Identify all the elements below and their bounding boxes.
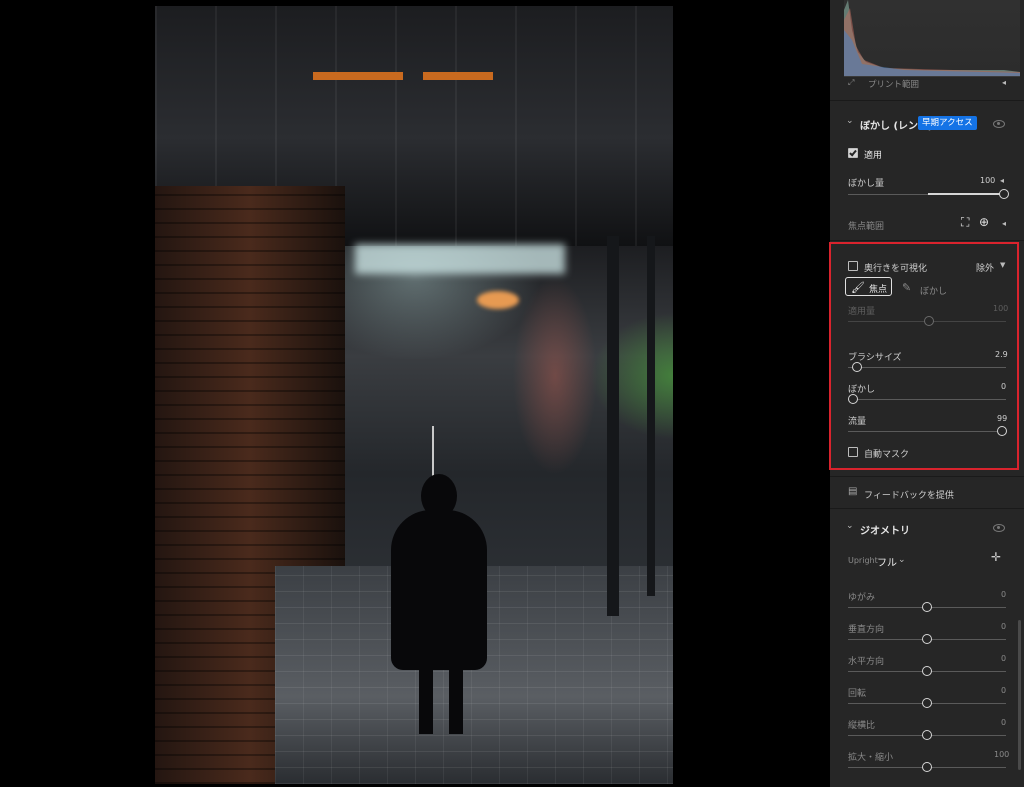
eye-icon[interactable] [993, 524, 1005, 532]
flow-value[interactable]: 99 [997, 414, 1007, 423]
feather-track[interactable] [848, 399, 1006, 400]
visualize-depth-label: 奥行きを可視化 [864, 264, 928, 274]
geometry-slider-label: 拡大・縮小 [848, 753, 894, 763]
chevron-left-icon[interactable]: ◂ [1002, 219, 1006, 228]
upright-dropdown[interactable]: フル [877, 554, 897, 569]
brush-icon[interactable]: ✎ [902, 281, 911, 294]
geometry-slider-thumb[interactable] [922, 666, 932, 676]
feedback-link[interactable]: フィードバックを提供 [864, 488, 954, 501]
focus-button-label: 焦点 [869, 285, 888, 295]
upright-adjust-icon[interactable]: ✛ [991, 550, 1001, 564]
geometry-slider-value[interactable]: 0 [1001, 622, 1006, 631]
brush-size-thumb[interactable] [852, 362, 862, 372]
early-access-badge: 早期アクセス [918, 116, 977, 130]
chevron-down-icon[interactable]: ⌄ [898, 555, 906, 565]
blur-amount-fill [928, 193, 1002, 195]
target-icon[interactable]: ⊕ [979, 215, 989, 229]
photo-window-glow [355, 244, 565, 274]
feather-value[interactable]: 0 [1001, 382, 1006, 391]
chevron-left-icon[interactable]: ◂ [1002, 78, 1006, 87]
section-divider [830, 476, 1024, 477]
photo-canvas[interactable] [155, 6, 673, 784]
blur-amount-thumb[interactable] [999, 189, 1009, 199]
photo-pillar [647, 236, 655, 596]
flow-thumb[interactable] [997, 426, 1007, 436]
photo-pillar [607, 236, 619, 616]
photo-ceiling-light [423, 72, 493, 80]
brush-size-track[interactable] [848, 367, 1006, 368]
geometry-slider-value[interactable]: 0 [1001, 718, 1006, 727]
geometry-slider-label: ゆがみ [848, 593, 876, 603]
geometry-slider-thumb[interactable] [922, 602, 932, 612]
mode-dropdown[interactable]: 除外 [976, 261, 994, 274]
brush-icon: 🖌 [851, 281, 865, 294]
geometry-slider-label: 水平方向 [848, 657, 885, 667]
photo-ceiling-light [313, 72, 403, 80]
chevron-down-icon[interactable]: ⌄ [846, 116, 854, 126]
section-divider [830, 100, 1024, 101]
geometry-slider-label: 縦横比 [848, 721, 876, 731]
geometry-slider-value[interactable]: 0 [1001, 686, 1006, 695]
apply-amount-label: 適用量 [848, 307, 876, 317]
brush-size-value[interactable]: 2.9 [995, 350, 1008, 359]
apply-amount-thumb[interactable] [924, 316, 934, 326]
flow-track[interactable] [848, 431, 1006, 432]
geometry-slider-value[interactable]: 0 [1001, 590, 1006, 599]
geometry-slider-thumb[interactable] [922, 762, 932, 772]
person-focus-icon[interactable]: ⛶ [961, 215, 969, 230]
chevron-down-icon[interactable]: ▼ [1000, 261, 1005, 269]
feather-thumb[interactable] [848, 394, 858, 404]
feedback-icon[interactable]: ▤ [848, 486, 857, 497]
flow-label: 流量 [848, 417, 867, 427]
geometry-slider-thumb[interactable] [922, 730, 932, 740]
geometry-slider-value[interactable]: 100 [994, 750, 1009, 759]
apply-amount-value: 100 [993, 304, 1009, 313]
focal-range-label: 焦点範囲 [848, 222, 885, 232]
expand-icon[interactable]: ⤢ [848, 78, 854, 88]
visualize-depth-checkbox[interactable] [848, 261, 858, 271]
blur-amount-label: ぼかし量 [848, 179, 885, 189]
geometry-slider-label: 垂直方向 [848, 625, 885, 635]
section-divider [830, 240, 1024, 241]
photo-lamp [477, 291, 519, 309]
blur-amount-value[interactable]: 100 [980, 176, 995, 185]
apply-checkbox[interactable] [848, 148, 858, 158]
histogram-footer: ⤢ プリント範囲 ◂ [830, 76, 1024, 92]
geometry-title: ジオメトリ [860, 526, 910, 537]
auto-mask-checkbox[interactable] [848, 447, 858, 457]
chevron-left-icon[interactable]: ◂ [1000, 176, 1004, 185]
geometry-slider-thumb[interactable] [922, 634, 932, 644]
geometry-slider-label: 回転 [848, 689, 867, 699]
histogram-footer-label: プリント範囲 [868, 80, 920, 90]
photo-silhouette [375, 426, 495, 736]
section-divider [830, 508, 1024, 509]
panel-scrollbar[interactable] [1018, 620, 1021, 770]
edit-panel: ⤢ プリント範囲 ◂ ⌄ ぼかし (レンズ) 早期アクセス 適用 ぼかし量 10… [830, 0, 1024, 787]
focus-brush-button[interactable]: 🖌 焦点 [845, 277, 892, 296]
apply-label: 適用 [864, 151, 883, 161]
histogram [844, 0, 1020, 77]
geometry-slider-thumb[interactable] [922, 698, 932, 708]
auto-mask-label: 自動マスク [864, 450, 910, 460]
chevron-down-icon[interactable]: ⌄ [846, 521, 854, 531]
geometry-slider-value[interactable]: 0 [1001, 654, 1006, 663]
eye-icon[interactable] [993, 120, 1005, 128]
blur-brush-button[interactable]: ぼかし [920, 284, 947, 297]
upright-label: Upright [848, 556, 878, 565]
